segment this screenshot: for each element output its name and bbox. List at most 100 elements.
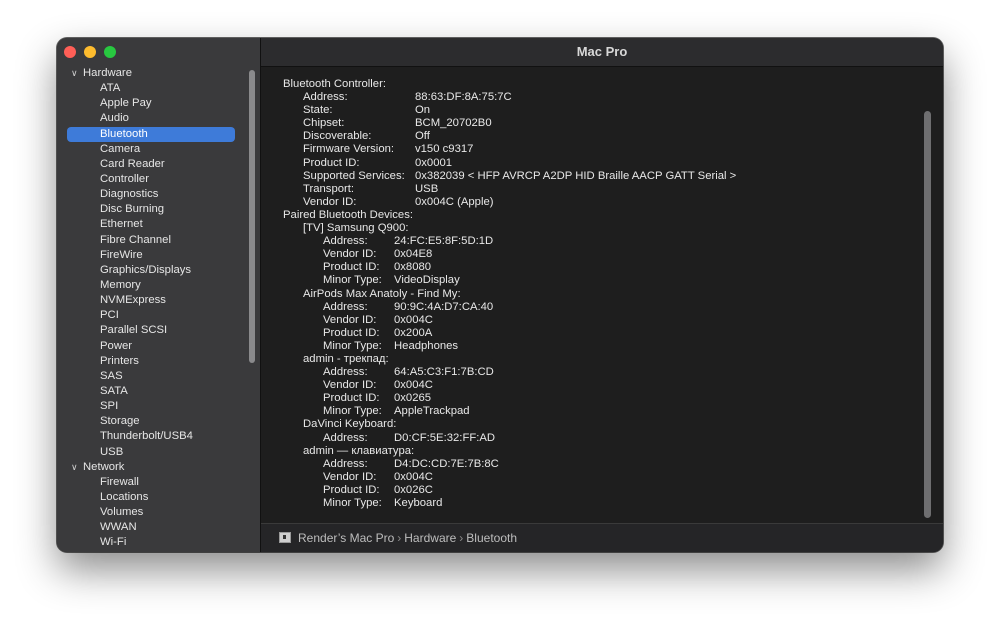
info-key: DaVinci Keyboard: <box>303 418 397 431</box>
system-information-window: ∨ Hardware ATA Apple Pay Audio Bluetooth Camer… <box>57 38 943 552</box>
sidebar-item-spi[interactable]: SPI <box>57 399 247 414</box>
info-key: Vendor ID: <box>323 313 377 326</box>
info-value: v150 c9317 <box>415 143 474 156</box>
info-value: Keyboard <box>394 497 443 509</box>
sidebar-item-diagnostics[interactable]: Diagnostics <box>57 187 247 202</box>
sidebar-item-bluetooth[interactable]: Bluetooth <box>67 126 235 142</box>
info-key: Supported Services: <box>303 169 405 182</box>
info-row: Product ID: 0x026C <box>283 484 736 497</box>
info-row: Discoverable: Off <box>283 130 736 143</box>
path-separator: › <box>459 531 464 545</box>
close-button[interactable] <box>64 46 76 58</box>
info-value: 0x004C <box>394 470 433 483</box>
info-row: Supported Services: 0x382039 < HFP AVRCP … <box>283 170 736 183</box>
info-key: Vendor ID: <box>323 470 377 483</box>
sidebar-item-wi-fi[interactable]: Wi-Fi <box>57 535 247 550</box>
sidebar-item-firewire[interactable]: FireWire <box>57 248 247 263</box>
info-value: 64:A5:C3:F1:7B:CD <box>394 366 494 379</box>
info-value: 90:9C:4A:D7:CA:40 <box>394 300 494 313</box>
sidebar-item-usb[interactable]: USB <box>57 445 247 460</box>
sidebar-group-hardware[interactable]: ∨ Hardware <box>57 66 247 81</box>
info-value: 0x8080 <box>394 261 432 274</box>
chevron-down-icon[interactable]: ∨ <box>71 66 83 81</box>
sidebar-item-locations[interactable]: Locations <box>57 490 247 505</box>
info-key: Transport: <box>303 182 355 195</box>
sidebar-item-apple-pay[interactable]: Apple Pay <box>57 96 247 111</box>
info-value: 24:FC:E5:8F:5D:1D <box>394 235 494 248</box>
sidebar-item-firewall[interactable]: Firewall <box>57 475 247 490</box>
info-value: 88:63:DF:8A:75:7C <box>415 91 512 104</box>
info-key: Vendor ID: <box>303 195 357 208</box>
info-key: Firmware Version: <box>303 143 395 156</box>
path-computer[interactable]: Render’s Mac Pro <box>298 531 394 545</box>
info-section-header: DaVinci Keyboard: <box>283 418 736 431</box>
info-row: Address: 90:9C:4A:D7:CA:40 <box>283 301 736 314</box>
info-key: Product ID: <box>323 326 380 339</box>
info-key: AirPods Max Anatoly - Find My: <box>303 287 461 300</box>
detail-view: Bluetooth Controller: Address: 88:63:DF:8A… <box>261 67 943 523</box>
info-value: VideoDisplay <box>394 274 460 287</box>
info-value: Off <box>415 130 430 143</box>
info-value: 0x004C <box>394 313 433 326</box>
path-bluetooth[interactable]: Bluetooth <box>466 531 517 545</box>
info-value: 0x004C (Apple) <box>415 195 494 208</box>
info-key: Product ID: <box>323 392 380 405</box>
sidebar-group-network[interactable]: ∨ Network <box>57 460 247 475</box>
info-key: Address: <box>323 457 368 470</box>
sidebar-item-parallel-scsi[interactable]: Parallel SCSI <box>57 323 247 338</box>
info-value: 0x026C <box>394 483 433 496</box>
sidebar-item-power[interactable]: Power <box>57 339 247 354</box>
info-key: admin - трекпад: <box>303 352 389 365</box>
info-section-header: admin — клавиатура: <box>283 445 736 458</box>
sidebar-item-card-reader[interactable]: Card Reader <box>57 157 247 172</box>
sidebar: ∨ Hardware ATA Apple Pay Audio Bluetooth Camer… <box>57 38 261 552</box>
sidebar-item-wwan[interactable]: WWAN <box>57 520 247 535</box>
info-key: Product ID: <box>303 156 360 169</box>
info-key: Paired Bluetooth Devices: <box>283 208 413 221</box>
sidebar-item-memory[interactable]: Memory <box>57 278 247 293</box>
info-key: Chipset: <box>303 117 345 130</box>
chevron-down-icon[interactable]: ∨ <box>71 460 83 475</box>
path-separator: › <box>397 531 402 545</box>
sidebar-item-disc-burning[interactable]: Disc Burning <box>57 202 247 217</box>
info-row: Vendor ID: 0x04E8 <box>283 248 736 261</box>
info-row: Firmware Version: v150 c9317 <box>283 143 736 156</box>
sidebar-item-fibre-channel[interactable]: Fibre Channel <box>57 233 247 248</box>
info-row: Product ID: 0x0001 <box>283 157 736 170</box>
sidebar-scrollbar[interactable] <box>249 70 255 363</box>
sidebar-item-ata[interactable]: ATA <box>57 81 247 96</box>
sidebar-item-volumes[interactable]: Volumes <box>57 505 247 520</box>
info-key: Bluetooth Controller: <box>283 78 386 90</box>
info-key: Discoverable: <box>303 130 372 143</box>
sidebar-item-audio[interactable]: Audio <box>57 111 247 126</box>
sidebar-item-graphics-displays[interactable]: Graphics/Displays <box>57 263 247 278</box>
detail-scrollbar[interactable] <box>924 111 931 518</box>
sidebar-item-camera[interactable]: Camera <box>57 142 247 157</box>
sidebar-item-sata[interactable]: SATA <box>57 384 247 399</box>
info-row: Address: 24:FC:E5:8F:5D:1D <box>283 235 736 248</box>
info-value: D4:DC:CD:7E:7B:8C <box>394 457 499 470</box>
info-value: On <box>415 104 431 117</box>
sidebar-item-controller[interactable]: Controller <box>57 172 247 187</box>
info-row: Product ID: 0x0265 <box>283 392 736 405</box>
info-value: 0x382039 < HFP AVRCP A2DP HID Braille AA… <box>415 169 737 182</box>
info-row: Vendor ID: 0x004C <box>283 379 736 392</box>
sidebar-item-printers[interactable]: Printers <box>57 354 247 369</box>
sidebar-item-sas[interactable]: SAS <box>57 369 247 384</box>
zoom-button[interactable] <box>104 46 116 58</box>
minimize-button[interactable] <box>84 46 96 58</box>
sidebar-item-nvmexpress[interactable]: NVMExpress <box>57 293 247 308</box>
info-key: Product ID: <box>323 261 380 274</box>
info-key: State: <box>303 104 333 117</box>
sidebar-item-storage[interactable]: Storage <box>57 414 247 429</box>
info-key: admin — клавиатура: <box>303 444 415 457</box>
info-value: USB <box>415 182 439 195</box>
computer-icon <box>279 532 291 543</box>
path-hardware[interactable]: Hardware <box>404 531 456 545</box>
sidebar-item-ethernet[interactable]: Ethernet <box>57 217 247 232</box>
sidebar-item-pci[interactable]: PCI <box>57 308 247 323</box>
window-controls <box>64 46 116 58</box>
sidebar-group-label: Network <box>83 460 125 473</box>
info-row: Minor Type: AppleTrackpad <box>283 405 736 418</box>
sidebar-item-thunderbolt-usb4[interactable]: Thunderbolt/USB4 <box>57 429 247 444</box>
